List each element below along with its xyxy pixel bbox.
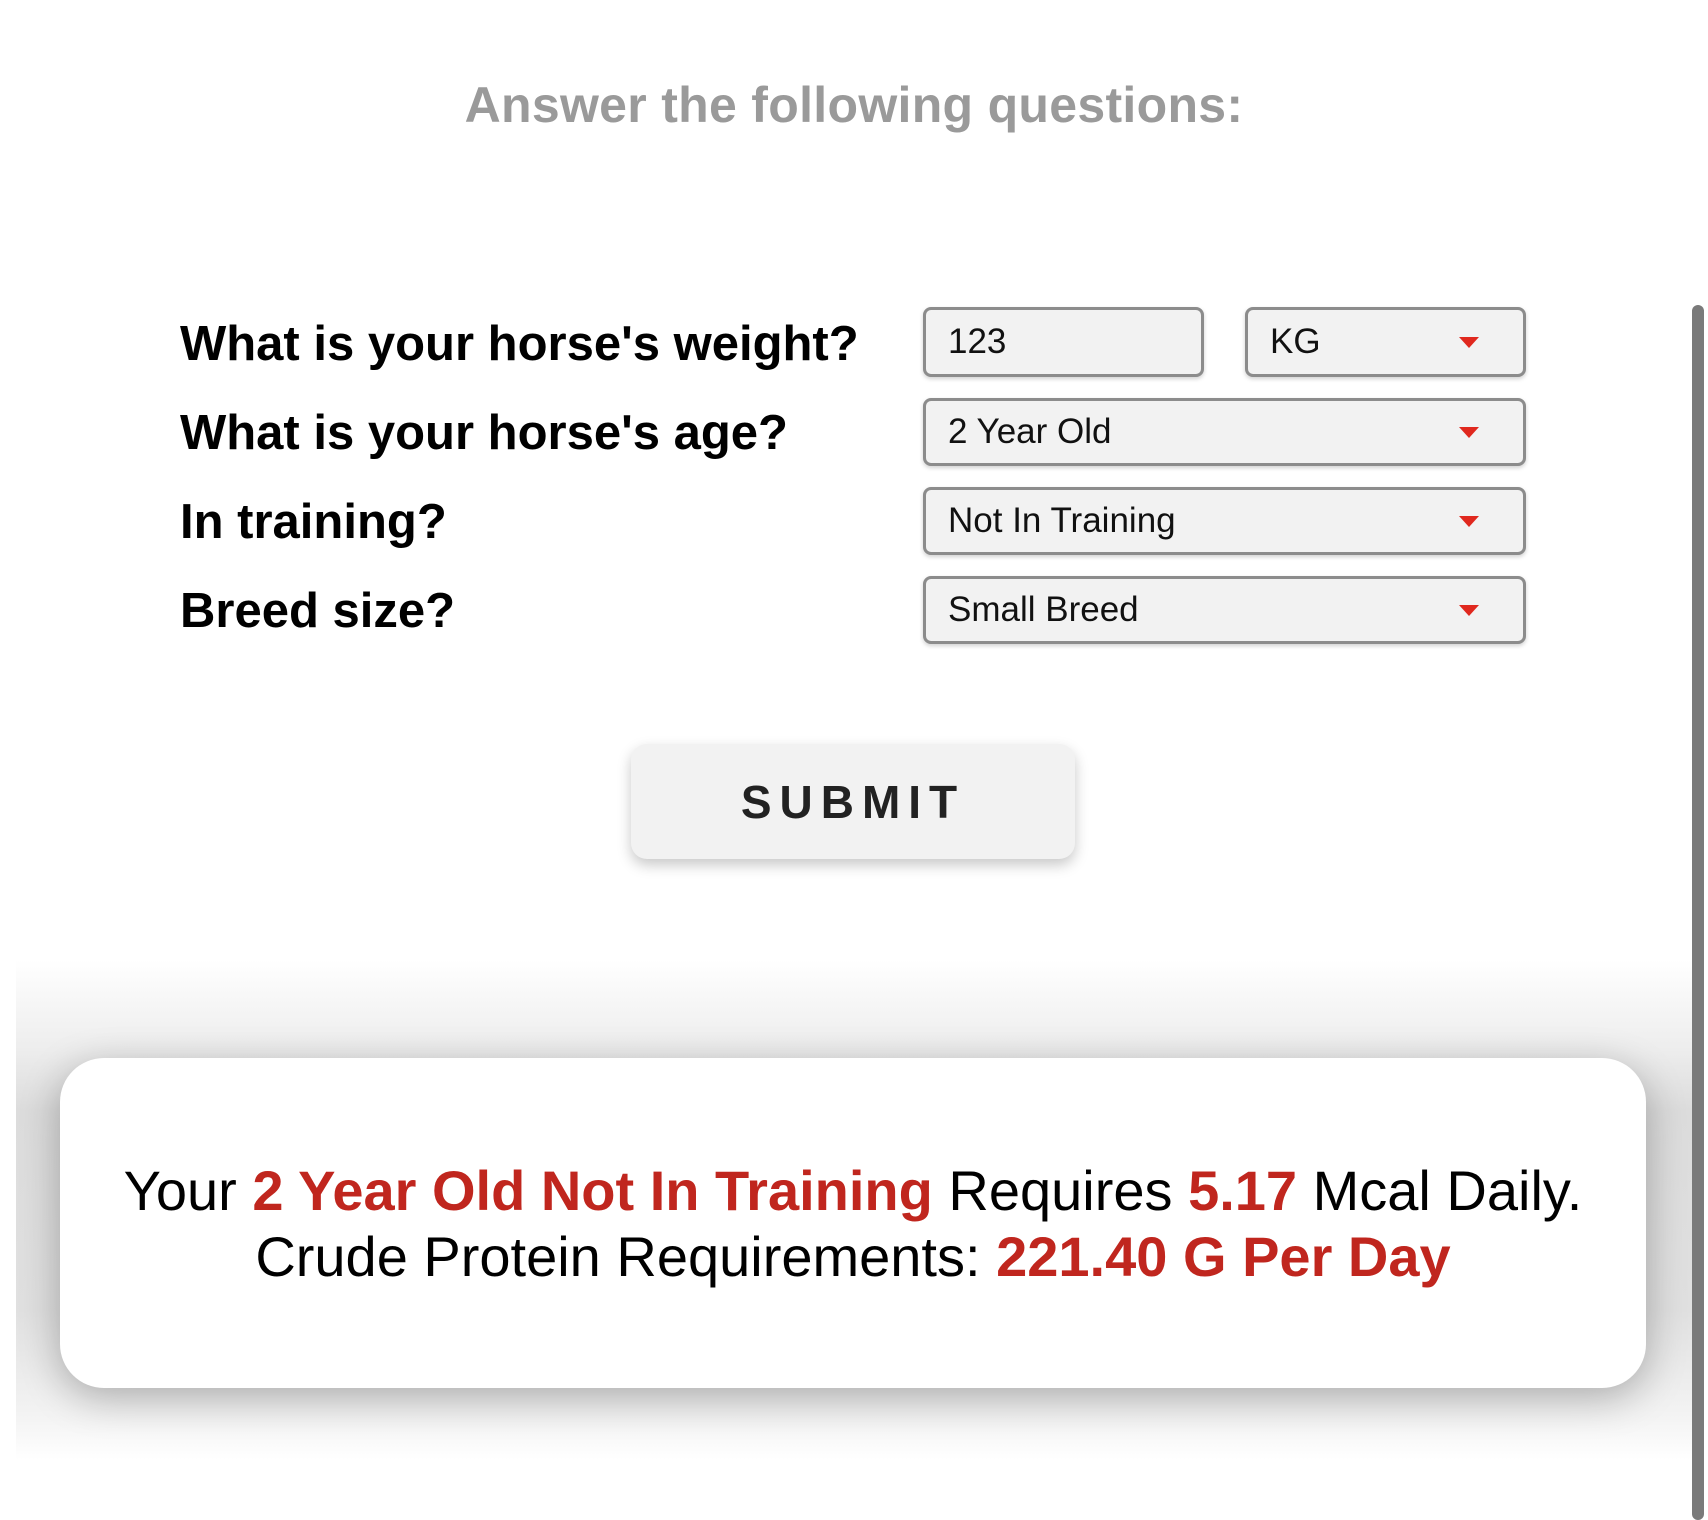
weight-question-label: What is your horse's weight? — [180, 317, 859, 371]
result-mcal-suffix: Mcal Daily. — [1312, 1159, 1583, 1222]
dropdown-caret-icon — [1459, 516, 1479, 527]
result-horse-description: 2 Year Old Not In Training — [252, 1159, 933, 1222]
dropdown-caret-icon — [1459, 605, 1479, 616]
weight-input[interactable]: 123 — [923, 307, 1204, 377]
age-select-value: 2 Year Old — [948, 412, 1112, 451]
page: Answer the following questions: What is … — [0, 0, 1708, 1520]
result-prefix: Your — [123, 1159, 237, 1222]
result-card: Your 2 Year Old Not In Training Requires… — [60, 1058, 1646, 1388]
weight-input-value: 123 — [948, 322, 1007, 361]
training-question-label: In training? — [180, 495, 447, 549]
weight-unit-select[interactable]: KG — [1245, 307, 1526, 377]
training-select-value: Not In Training — [948, 501, 1176, 540]
dropdown-caret-icon — [1459, 337, 1479, 348]
result-protein-line: Crude Protein Requirements: 221.40 G Per… — [60, 1224, 1646, 1289]
result-energy-line: Your 2 Year Old Not In Training Requires… — [60, 1158, 1646, 1223]
result-mcal-value: 5.17 — [1188, 1159, 1298, 1222]
dropdown-caret-icon — [1459, 427, 1479, 438]
age-question-label: What is your horse's age? — [180, 406, 788, 460]
submit-button[interactable]: SUBMIT — [631, 744, 1075, 859]
page-heading: Answer the following questions: — [464, 77, 1244, 133]
result-requires: Requires — [948, 1159, 1173, 1222]
training-select[interactable]: Not In Training — [923, 487, 1526, 555]
page-scrollbar[interactable] — [1692, 305, 1704, 1520]
breed-select-value: Small Breed — [948, 590, 1139, 629]
weight-unit-value: KG — [1270, 322, 1321, 361]
age-select[interactable]: 2 Year Old — [923, 398, 1526, 466]
breed-question-label: Breed size? — [180, 584, 456, 638]
result-protein-value: 221.40 G Per Day — [996, 1225, 1451, 1288]
breed-select[interactable]: Small Breed — [923, 576, 1526, 644]
result-protein-prefix: Crude Protein Requirements: — [255, 1225, 981, 1288]
